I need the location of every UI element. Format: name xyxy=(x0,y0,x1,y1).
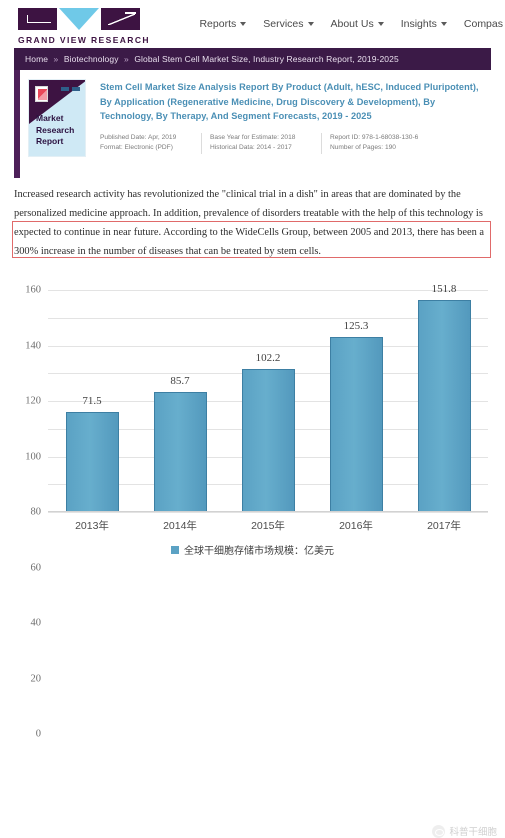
report-thumbnail-column: Market Research Report xyxy=(20,70,98,178)
wechat-account-icon xyxy=(432,824,446,838)
report-meta-row: Format: Electronic (PDF) Historical Data… xyxy=(100,143,483,154)
breadcrumb-bar: Home » Biotechnology » Global Stem Cell … xyxy=(14,48,491,70)
chevron-down-icon xyxy=(240,22,247,26)
chart-x-axis: 2013年 2014年 2015年 2016年 2017年 xyxy=(48,518,488,533)
article-body: Increased research activity has revoluti… xyxy=(12,186,491,262)
bar-value-label: 85.7 xyxy=(170,375,190,388)
breadcrumb-separator: » xyxy=(53,54,59,64)
report-info-column: Stem Cell Market Size Analysis Report By… xyxy=(98,70,491,178)
report-title[interactable]: Stem Cell Market Size Analysis Report By… xyxy=(100,80,483,124)
breadcrumb-separator: » xyxy=(124,54,129,64)
chevron-down-icon xyxy=(440,22,447,26)
chart-bars: 71.5 85.7 102.2 125.3 151.8 xyxy=(48,283,488,511)
cover-title-line-1: Market xyxy=(36,113,64,124)
breadcrumb: Home » Biotechnology » Global Stem Cell … xyxy=(14,54,399,64)
y-axis-tick-label: 0 xyxy=(35,728,41,740)
legend-swatch-icon xyxy=(171,545,179,554)
y-axis-tick-label: 40 xyxy=(30,617,42,629)
bar-slot: 102.2 xyxy=(224,289,312,511)
bar-value-label: 125.3 xyxy=(343,320,369,333)
nav-item-services[interactable]: Services xyxy=(263,18,314,30)
bar-slot: 125.3 xyxy=(312,289,400,511)
logo-marks xyxy=(18,8,140,30)
nav-item-label: Compas xyxy=(463,18,503,30)
bar[interactable] xyxy=(417,300,471,511)
meta-published-date: Published Date: Apr, 2019 xyxy=(100,132,202,144)
cover-title-line-2: Research xyxy=(36,124,75,135)
y-axis-tick-label: 20 xyxy=(30,673,42,684)
chart-legend: 全球干细胞存储市场规模：亿美元 xyxy=(0,542,505,557)
watermark: 科普干细胞 xyxy=(432,824,497,838)
y-axis-tick-label: 140 xyxy=(25,340,41,351)
y-axis-tick-label: 120 xyxy=(25,395,41,407)
site-header: GRAND VIEW RESEARCH Reports Services Abo… xyxy=(0,0,505,48)
watermark-label: 科普干细胞 xyxy=(449,827,497,838)
body-paragraph: Increased research activity has revoluti… xyxy=(14,189,484,257)
nav-item-compass[interactable]: Compas xyxy=(464,18,503,30)
bar-slot: 71.5 xyxy=(48,289,136,511)
nav-item-about-us[interactable]: About Us xyxy=(331,18,384,30)
x-axis-tick-label: 2014年 xyxy=(163,520,197,532)
nav-item-reports[interactable]: Reports xyxy=(199,18,247,30)
report-cover-title: Market Research Report xyxy=(36,113,74,147)
x-axis-tick-label: 2017年 xyxy=(427,520,461,532)
report-meta-row: Published Date: Apr, 2019 Base Year for … xyxy=(100,132,483,144)
nav-item-insights[interactable]: Insights xyxy=(401,18,447,30)
meta-base-year: Base Year for Estimate: 2018 xyxy=(210,132,322,144)
y-axis-tick-label: 80 xyxy=(30,506,42,518)
pdf-badge-icon xyxy=(35,86,48,102)
bar-slot: 85.7 xyxy=(136,289,224,511)
nav-item-label: Services xyxy=(263,18,304,30)
bar-chart: 160 140 120 100 80 60 40 20 0 71.5 85.7 102.2 125.3… xyxy=(0,278,505,838)
breadcrumb-item-biotechnology[interactable]: Biotechnology xyxy=(64,54,119,64)
bar-value-label: 71.5 xyxy=(82,394,102,407)
x-axis-tick-label: 2015年 xyxy=(251,520,285,532)
nav-item-label: Insights xyxy=(400,18,437,30)
site-logo[interactable]: GRAND VIEW RESEARCH xyxy=(18,8,150,45)
y-axis-tick-label: 100 xyxy=(25,451,41,462)
y-axis-tick-label: 160 xyxy=(25,284,41,296)
cover-title-line-3: Report xyxy=(36,135,64,146)
bar[interactable] xyxy=(153,392,207,511)
bar-value-label: 102.2 xyxy=(255,352,281,365)
bar[interactable] xyxy=(65,411,119,511)
report-card: Market Research Report Stem Cell Market … xyxy=(14,70,491,178)
bar[interactable] xyxy=(241,369,295,511)
cover-marks-icon xyxy=(61,87,80,91)
breadcrumb-item-home[interactable]: Home xyxy=(25,54,48,64)
logo-square-right-icon xyxy=(101,8,140,30)
x-axis-tick-label: 2016年 xyxy=(339,520,373,532)
chart-plot-area: 160 140 120 100 80 60 40 20 0 71.5 85.7 102.2 125.3… xyxy=(25,283,488,740)
nav-item-label: About Us xyxy=(330,18,374,30)
meta-report-id: Report ID: 978-1-68038-130-6 xyxy=(330,133,419,141)
report-cover-thumbnail[interactable]: Market Research Report xyxy=(28,79,86,157)
logo-square-left-icon xyxy=(18,8,57,30)
meta-historical-data: Historical Data: 2014 - 2017 xyxy=(210,143,322,154)
logo-wordmark: GRAND VIEW RESEARCH xyxy=(18,35,150,45)
legend-label: 全球干细胞存储市场规模：亿美元 xyxy=(184,546,334,557)
gridline: 0 xyxy=(36,512,488,740)
main-nav: Reports Services About Us Insights Compa… xyxy=(199,18,505,30)
logo-triangle-icon xyxy=(59,8,99,30)
breadcrumb-item-current: Global Stem Cell Market Size, Industry R… xyxy=(134,54,399,64)
chevron-down-icon xyxy=(307,22,314,26)
meta-number-of-pages: Number of Pages: 190 xyxy=(330,144,396,152)
bar-value-label: 151.8 xyxy=(431,283,457,296)
bar-slot: 151.8 xyxy=(400,283,488,511)
x-axis-tick-label: 2013年 xyxy=(75,520,109,532)
bar[interactable] xyxy=(329,337,383,511)
report-meta: Published Date: Apr, 2019 Base Year for … xyxy=(100,132,483,154)
meta-format: Format: Electronic (PDF) xyxy=(100,143,202,154)
nav-item-label: Reports xyxy=(199,18,237,30)
y-axis-tick-label: 60 xyxy=(30,562,42,573)
chevron-down-icon xyxy=(377,22,384,26)
